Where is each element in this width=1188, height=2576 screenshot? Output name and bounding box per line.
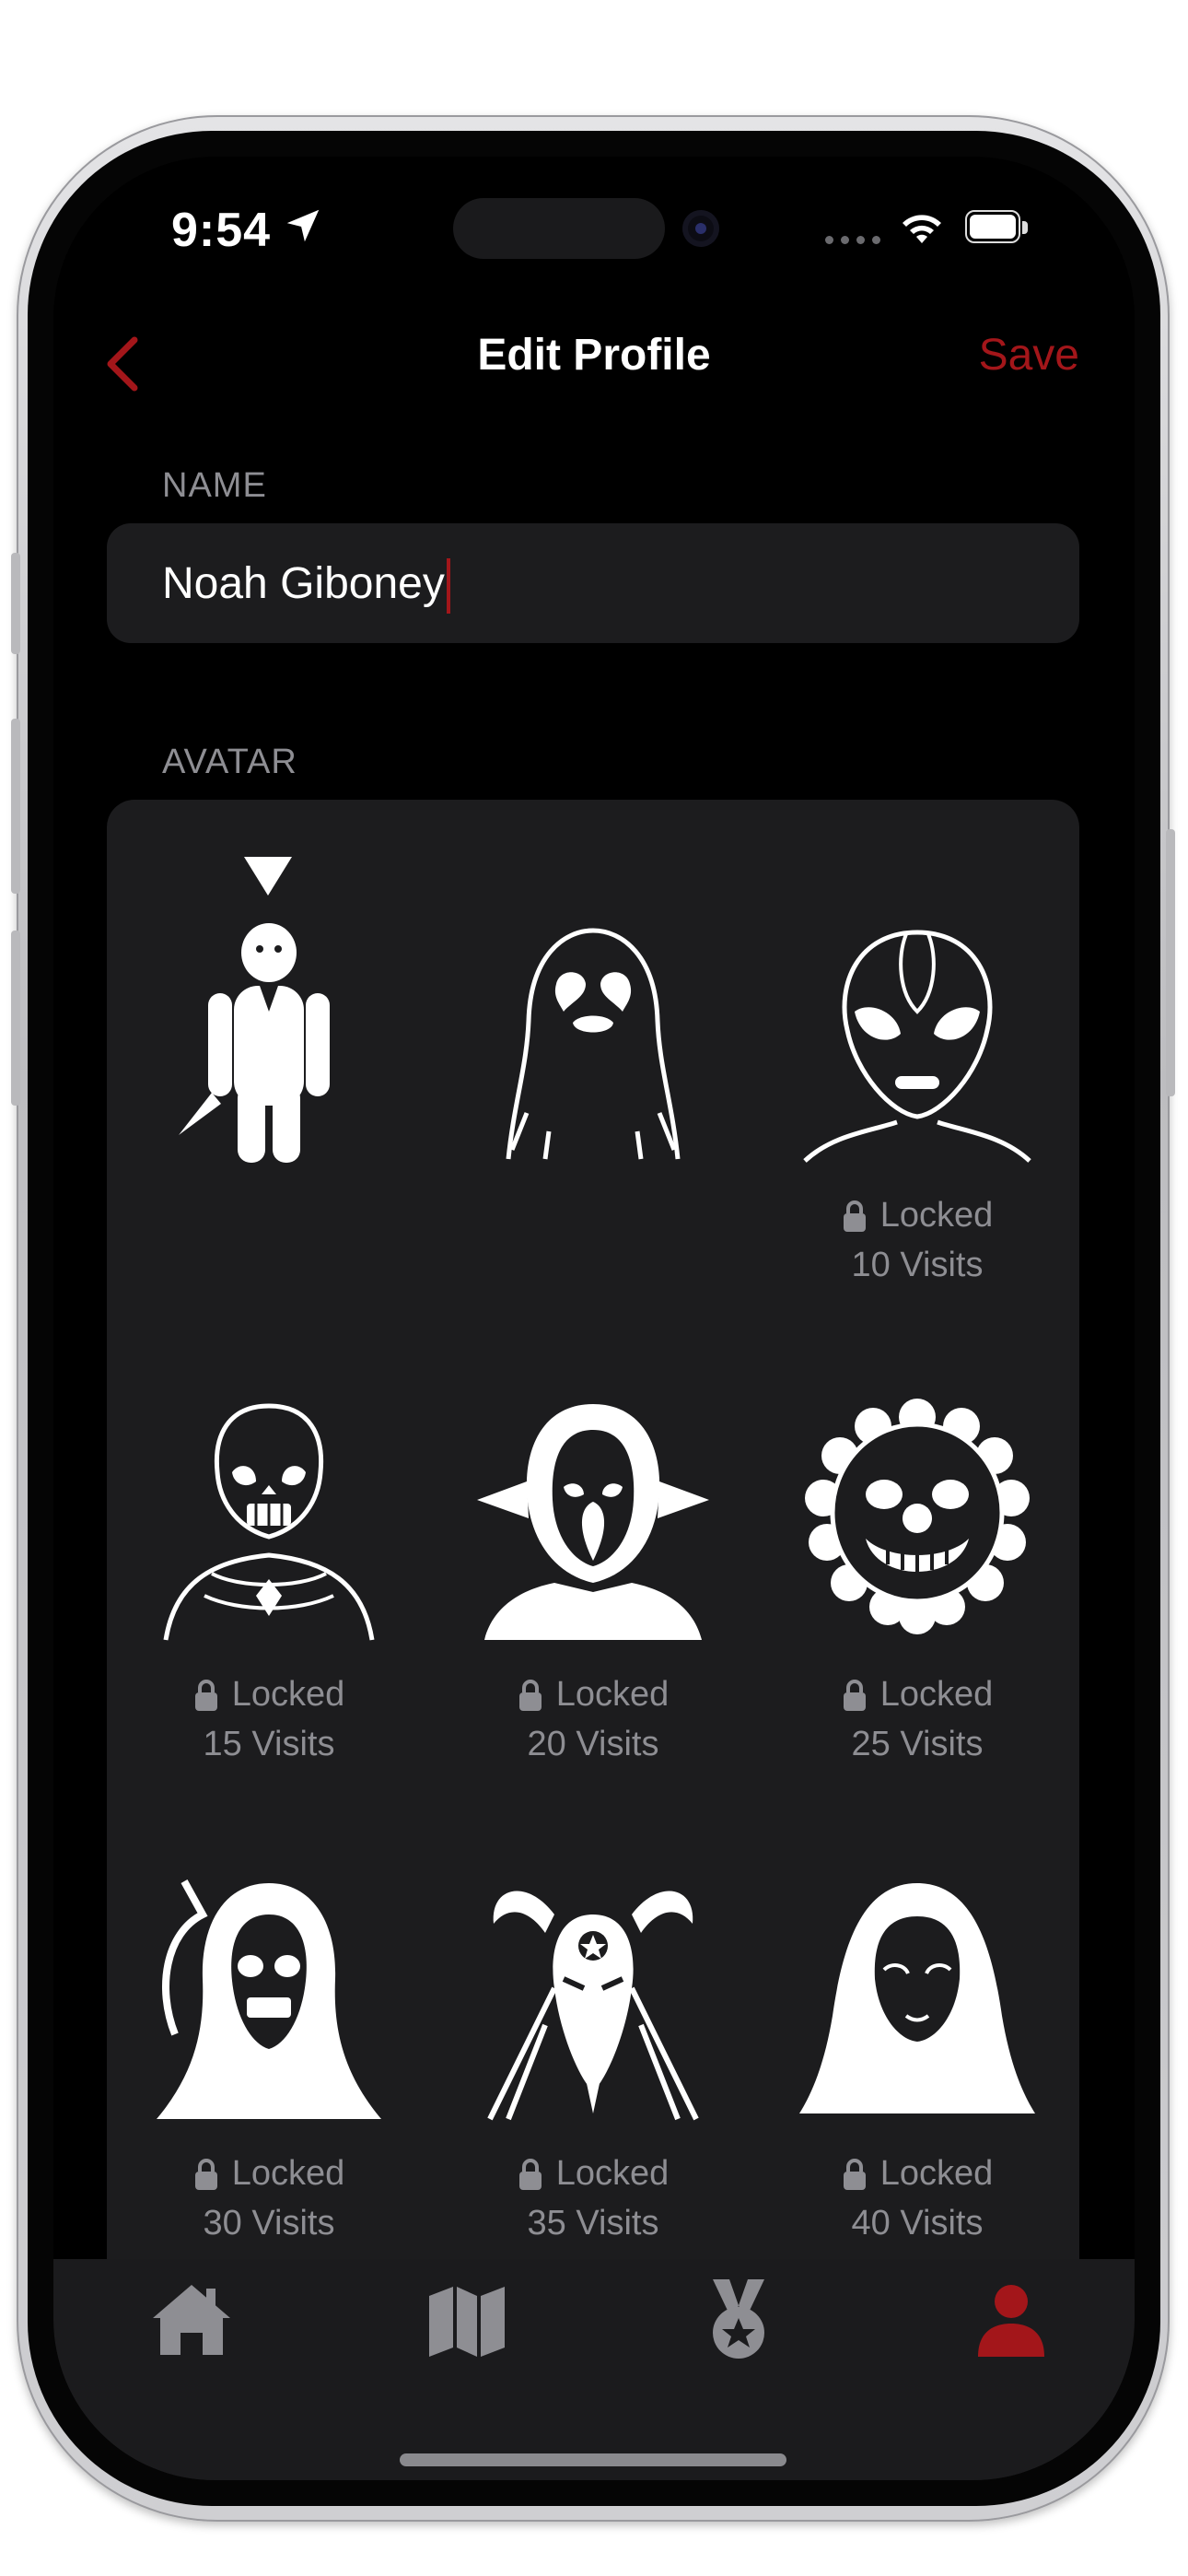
save-button[interactable]: Save [979, 330, 1079, 381]
unlock-requirement: 40 Visits [851, 2204, 984, 2242]
dynamic-island [453, 198, 665, 259]
home-icon[interactable] [146, 2274, 238, 2366]
lock-status-label: Locked [879, 1675, 994, 1714]
name-field[interactable]: Noah Giboney [107, 523, 1079, 643]
avatar-option[interactable]: Locked 30 Visits [107, 1758, 431, 2242]
lock-status-label: Locked [879, 1196, 994, 1235]
avatar-option[interactable]: Locked 40 Visits [755, 1758, 1079, 2242]
text-caret [446, 558, 450, 615]
lock-status-label: Locked [555, 1675, 670, 1714]
hooded-mask-icon [799, 1883, 1035, 2113]
lock-icon [518, 2158, 542, 2190]
lock-status: Locked [755, 1196, 1079, 1235]
lock-icon [194, 2158, 217, 2190]
skeleton-alien-icon [163, 1403, 375, 1641]
avatar-option[interactable]: Locked 35 Visits [431, 1758, 755, 2242]
lock-icon [194, 1679, 217, 1711]
power-button [1166, 829, 1175, 1096]
avatar-option[interactable]: Locked 10 Visits [755, 800, 1079, 1284]
goat-demon-icon [487, 1891, 699, 2121]
cellular-signal-icon [825, 236, 880, 244]
lock-icon [843, 2158, 866, 2190]
lock-status-label: Locked [555, 2154, 670, 2193]
alien-icon [803, 930, 1031, 1163]
status-bar: 9:54 [53, 157, 1135, 286]
home-indicator[interactable] [400, 2453, 786, 2466]
medal-icon[interactable] [693, 2274, 785, 2366]
lock-status: Locked [755, 1675, 1079, 1715]
lock-status-label: Locked [879, 2154, 994, 2193]
lock-icon [518, 1679, 542, 1711]
lock-status: Locked [755, 2154, 1079, 2194]
name-section-label: NAME [162, 466, 267, 505]
lock-icon [843, 1200, 866, 1232]
tab-bar [53, 2259, 1135, 2480]
lock-status-label: Locked [231, 1675, 345, 1714]
avatar-option[interactable]: Locked 25 Visits [755, 1279, 1079, 1763]
avatar-grid: Locked 10 Visits Locked 15 Visits Locked… [107, 800, 1079, 2480]
lock-status: Locked [431, 1675, 755, 1715]
lock-icon [843, 1679, 866, 1711]
ghost-icon [506, 928, 681, 1160]
avatar-option[interactable] [107, 800, 431, 1279]
name-field-value: Noah Giboney [162, 559, 445, 608]
avatar-option[interactable]: Locked 15 Visits [107, 1279, 431, 1763]
lock-status-label: Locked [231, 2154, 345, 2193]
profile-icon[interactable] [965, 2274, 1057, 2366]
action-button [11, 553, 20, 654]
page-title: Edit Profile [477, 331, 711, 380]
lock-status: Locked [107, 1675, 431, 1715]
status-time: 9:54 [171, 204, 272, 257]
map-icon[interactable] [420, 2274, 512, 2366]
name-field-value-wrap: Noah Giboney [162, 558, 450, 615]
unlock-requirement: 30 Visits [203, 2204, 335, 2242]
volume-up-button [11, 719, 20, 894]
lock-status: Locked [107, 2154, 431, 2194]
lock-status: Locked [431, 2154, 755, 2194]
clown-icon [805, 1399, 1030, 1634]
volume-down-button [11, 931, 20, 1106]
wifi-icon [903, 215, 941, 243]
unlock-requirement: 35 Visits [527, 2204, 659, 2242]
avatar-option[interactable] [431, 800, 755, 1279]
grim-reaper-icon [157, 1879, 381, 2119]
avatar-section-label: AVATAR [162, 743, 297, 781]
battery-icon [965, 210, 1031, 245]
goblin-hood-icon [477, 1404, 709, 1640]
selected-indicator-icon [244, 857, 292, 896]
location-arrow-icon [286, 209, 320, 242]
slasher-killer-icon [179, 923, 330, 1163]
camera-icon [682, 210, 719, 247]
screen: 9:54 Edit Profile Save NAME Noah Giboney… [53, 157, 1135, 2480]
avatar-option[interactable]: Locked 20 Visits [431, 1279, 755, 1763]
